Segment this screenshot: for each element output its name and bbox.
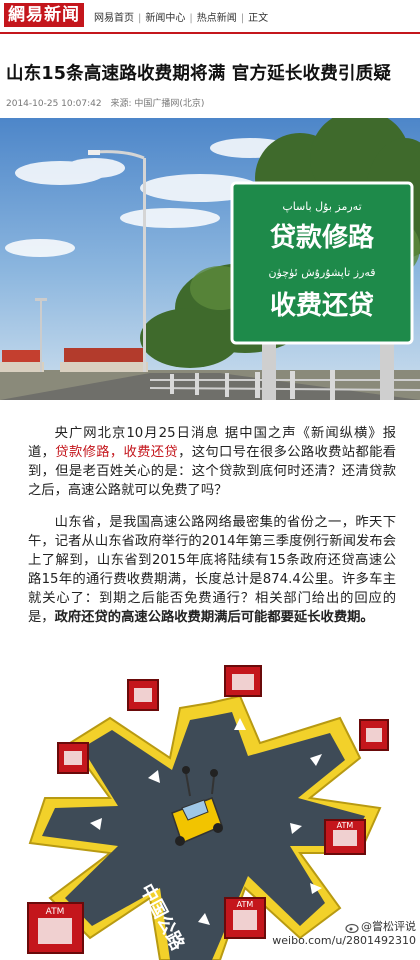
breadcrumb-separator: |: [189, 13, 193, 24]
watermark-handle: @嘗松评说: [272, 920, 416, 934]
weibo-watermark: @嘗松评说 weibo.com/u/2801492310: [272, 920, 416, 948]
atm-booth-icon: [359, 719, 389, 751]
atm-booth-icon: ATM: [224, 897, 266, 939]
atm-label: ATM: [237, 900, 254, 909]
sign-text-loan: 贷款修路: [270, 222, 375, 253]
breadcrumb-news-center[interactable]: 新闻中心: [145, 13, 185, 24]
article-timestamp: 2014-10-25 10:07:42: [6, 99, 102, 109]
article-paragraph-2: 山东省，是我国高速公路网络最密集的省份之一，昨天下午，记者从山东省政府举行的20…: [28, 513, 396, 627]
atm-label: ATM: [46, 907, 65, 917]
atm-label: ATM: [337, 821, 354, 830]
bold-conclusion: 政府还贷的高速公路收费期满后可能都要延长收费期。: [54, 610, 374, 625]
svg-text:ﻗﻪﺭﺯ ﺗﺎﭘﺸﯘﺭۇﺵ ﺋﯜﭼﯜﻥ: ﻗﻪﺭﺯ ﺗﺎﭘﺸﯘﺭۇﺵ ﺋﯜﭼﯜﻥ: [268, 266, 375, 279]
highlighted-slogan: 贷款修路，收费还贷: [55, 445, 179, 460]
weibo-icon: [345, 923, 359, 933]
article-meta: 2014-10-25 10:07:42 来源: 中国广播网(北京): [6, 96, 210, 109]
breadcrumb: 网易首页 | 新闻中心 | 热点新闻 | 正文: [94, 9, 268, 24]
atm-highway-cartoon: 中国公路 ATM ATM ATM: [0, 648, 420, 960]
article-photo: ﺗﻪﺭﻣﺰ ﺑﯘﻝ ﺑﺎﺳﺎﭖ 贷款修路 ﻗﻪﺭﺯ ﺗﺎﭘﺸﯘﺭۇﺵ ﺋﯜﭼﯜﻥ…: [0, 118, 420, 400]
article-source: 来源: 中国广播网(北京): [110, 99, 205, 109]
breadcrumb-hot-news[interactable]: 热点新闻: [197, 13, 237, 24]
highway-toll-sign-photo: ﺗﻪﺭﻣﺰ ﺑﯘﻝ ﺑﺎﺳﺎﭖ 贷款修路 ﻗﻪﺭﺯ ﺗﺎﭘﺸﯘﺭۇﺵ ﺋﯜﭼﯜﻥ…: [0, 118, 420, 400]
article-paragraph-1: 央广网北京10月25日消息 据中国之声《新闻纵横》报道，贷款修路，收费还贷，这句…: [28, 424, 396, 500]
atm-booth-icon: [57, 742, 89, 774]
sign-text-toll: 收费还贷: [270, 290, 374, 321]
breadcrumb-home[interactable]: 网易首页: [94, 13, 134, 24]
logo-text-netease: 網易: [8, 5, 44, 25]
atm-booth-icon: [224, 665, 262, 697]
breadcrumb-separator: |: [240, 13, 245, 24]
atm-booth-icon: ATM: [27, 902, 84, 954]
svg-text:ﺗﻪﺭﻣﺰ ﺑﯘﻝ ﺑﺎﺳﺎﭖ: ﺗﻪﺭﻣﺰ ﺑﯘﻝ ﺑﺎﺳﺎﭖ: [282, 200, 361, 213]
breadcrumb-current: 正文: [248, 13, 269, 24]
breadcrumb-separator: |: [138, 13, 142, 24]
article-title: 山东15条高速路收费期将满 官方延长收费引质疑: [6, 64, 392, 84]
site-header: 網易新闻 网易首页 | 新闻中心 | 热点新闻 | 正文: [0, 0, 420, 34]
paragraph-text: 山东省，是我国高速公路网络最密集的省份之一，昨天下午，记者从山东省政府举行的20…: [28, 515, 396, 625]
toll-cartoon-illustration: 中国公路 ATM ATM ATM: [0, 648, 420, 960]
atm-booth-icon: [127, 679, 159, 711]
netease-news-logo[interactable]: 網易新闻: [4, 3, 84, 27]
logo-text-news: 新闻: [44, 5, 80, 25]
watermark-handle-text: @嘗松评说: [361, 920, 416, 933]
atm-booth-icon: ATM: [324, 819, 366, 855]
watermark-url: weibo.com/u/2801492310: [272, 934, 416, 947]
